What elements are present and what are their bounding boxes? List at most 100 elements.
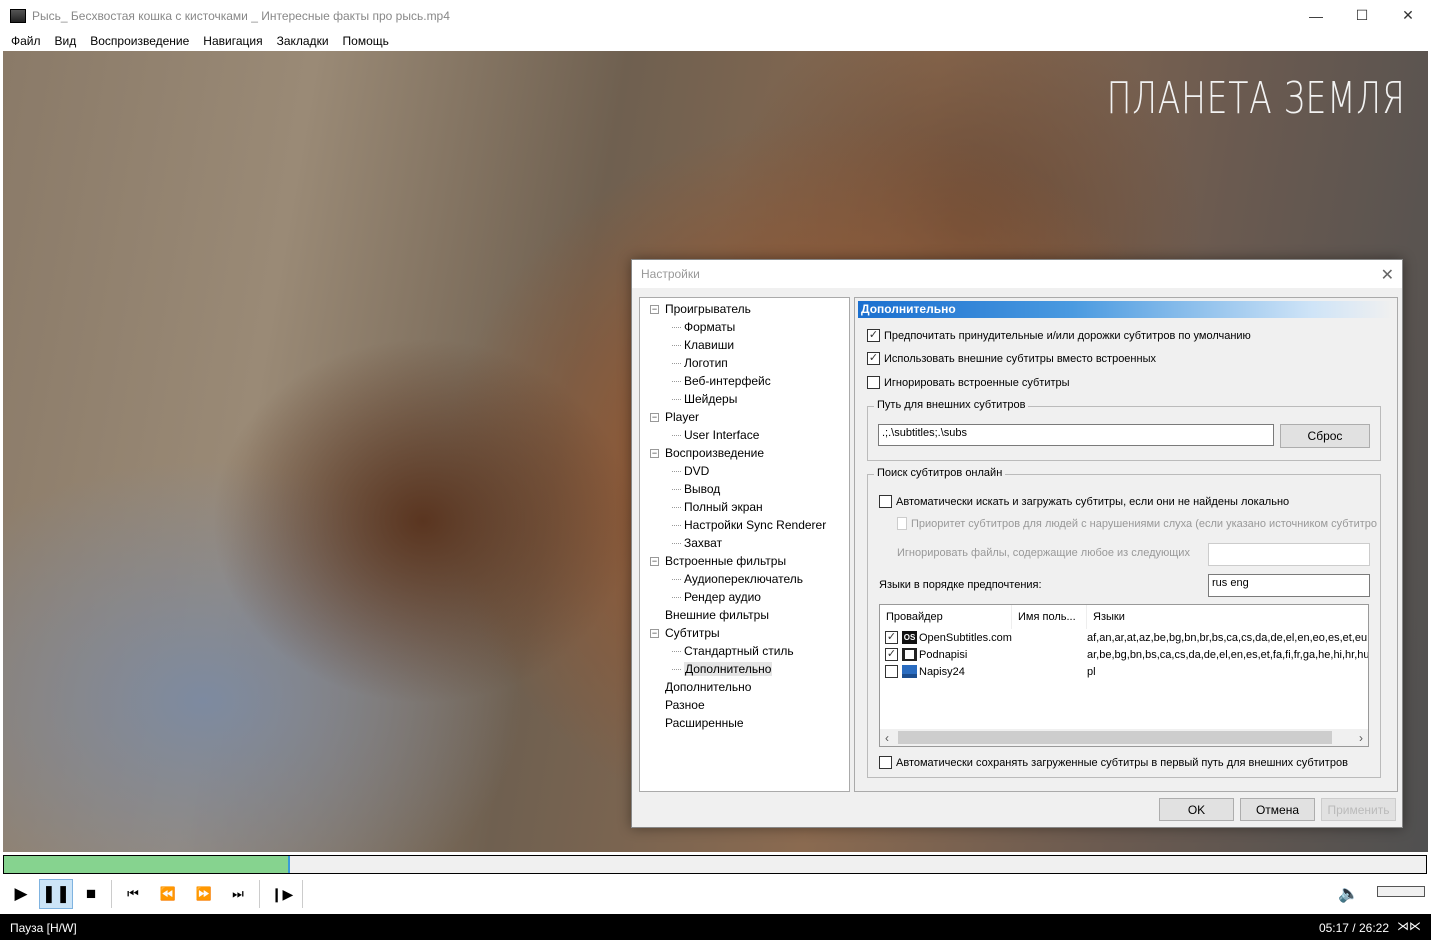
tree-item-label: Вывод	[684, 482, 720, 496]
subtitle-path-input[interactable]: .;.\subtitles;.\subs	[878, 424, 1274, 446]
menu-navigate[interactable]: Навигация	[196, 34, 269, 48]
window-title: Рысь_ Бесхвостая кошка с кисточками _ Ин…	[32, 9, 450, 23]
tree-item[interactable]: Полный экран	[640, 498, 849, 516]
seek-bar[interactable]	[3, 855, 1427, 874]
volume-icon[interactable]: 🔈	[1332, 879, 1366, 909]
tree-item-label: Внешние фильтры	[665, 608, 769, 622]
playback-status: Пауза [H/W]	[10, 921, 77, 935]
menu-file[interactable]: Файл	[4, 34, 48, 48]
ignore-files-input[interactable]	[1208, 543, 1370, 566]
menu-bookmarks[interactable]: Закладки	[270, 34, 336, 48]
panel-heading: Дополнительно	[858, 301, 1393, 318]
tree-item-label: Разное	[665, 698, 705, 712]
tree-item[interactable]: Рендер аудио	[640, 588, 849, 606]
scroll-left-icon[interactable]: ‹	[885, 731, 889, 745]
dialog-close-icon[interactable]: ✕	[1381, 265, 1394, 285]
languages-input[interactable]: rus eng	[1208, 574, 1370, 597]
tree-item[interactable]: Веб-интерфейс	[640, 372, 849, 390]
tree-item-label: Встроенные фильтры	[665, 554, 786, 568]
stop-icon[interactable]: ■	[74, 879, 108, 909]
tree-item[interactable]: Логотип	[640, 354, 849, 372]
tree-item-label: User Interface	[684, 428, 759, 442]
fast-forward-icon[interactable]: ⏩	[187, 879, 221, 909]
apply-button[interactable]: Применить	[1321, 798, 1396, 821]
tree-item[interactable]: Захват	[640, 534, 849, 552]
collapse-icon[interactable]: −	[650, 557, 659, 566]
tree-item[interactable]: Вывод	[640, 480, 849, 498]
provider-row[interactable]: Napisy24 pl	[880, 663, 1368, 680]
menu-view[interactable]: Вид	[48, 34, 84, 48]
use-external-checkbox[interactable]: ✓Использовать внешние субтитры вместо вс…	[867, 352, 1156, 365]
prefer-forced-checkbox[interactable]: ✓Предпочитать принудительные и/или дорож…	[867, 329, 1251, 342]
tree-item[interactable]: Разное	[640, 696, 849, 714]
tree-item[interactable]: Аудиопереключатель	[640, 570, 849, 588]
menu-playback[interactable]: Воспроизведение	[83, 34, 196, 48]
frame-step-icon[interactable]: ❙▶	[265, 879, 299, 909]
collapse-icon[interactable]: −	[650, 629, 659, 638]
previous-icon[interactable]: ⏮	[116, 879, 150, 909]
tree-item-label: Веб-интерфейс	[684, 374, 771, 388]
reset-button[interactable]: Сброс	[1280, 424, 1370, 448]
ignore-embedded-checkbox[interactable]: Игнорировать встроенные субтитры	[867, 376, 1070, 389]
scroll-thumb[interactable]	[898, 731, 1332, 744]
checkbox-box	[879, 756, 892, 769]
tree-item[interactable]: Настройки Sync Renderer	[640, 516, 849, 534]
ok-button[interactable]: OK	[1159, 798, 1234, 821]
auto-save-checkbox[interactable]: Автоматически сохранять загруженные субт…	[879, 756, 1348, 769]
time-display: 05:17 / 26:22	[1319, 921, 1389, 935]
volume-slider[interactable]	[1377, 886, 1425, 897]
horizontal-scrollbar[interactable]: ‹ ›	[880, 729, 1368, 746]
play-icon[interactable]: ▶	[4, 879, 38, 909]
tree-item[interactable]: −Встроенные фильтры	[640, 552, 849, 570]
tree-item[interactable]: Дополнительно	[640, 678, 849, 696]
provider-checkbox[interactable]: ✓	[885, 631, 902, 644]
tree-item[interactable]: Внешние фильтры	[640, 606, 849, 624]
auto-download-checkbox[interactable]: Автоматически искать и загружать субтитр…	[879, 495, 1289, 508]
provider-languages: ar,be,bg,bn,bs,ca,cs,da,de,el,en,es,et,f…	[1087, 649, 1368, 661]
checkbox-box	[885, 665, 898, 678]
column-header-languages[interactable]: Языки	[1087, 605, 1368, 629]
checkbox-label: Автоматически сохранять загруженные субт…	[896, 757, 1348, 769]
tree-item-label: Настройки Sync Renderer	[684, 518, 826, 532]
cancel-button[interactable]: Отмена	[1240, 798, 1315, 821]
tree-item[interactable]: −Субтитры	[640, 624, 849, 642]
tree-item-label: Стандартный стиль	[684, 644, 794, 658]
maximize-button[interactable]: ☐	[1339, 0, 1385, 31]
tree-item-label: Дополнительно	[665, 680, 751, 694]
tree-item[interactable]: Клавиши	[640, 336, 849, 354]
tree-item[interactable]: Шейдеры	[640, 390, 849, 408]
tree-item-label: Шейдеры	[684, 392, 737, 406]
tree-item[interactable]: Расширенные	[640, 714, 849, 732]
scroll-right-icon[interactable]: ›	[1359, 731, 1363, 745]
tree-item[interactable]: DVD	[640, 462, 849, 480]
tree-item[interactable]: −Player	[640, 408, 849, 426]
tree-item[interactable]: −Воспроизведение	[640, 444, 849, 462]
tree-item[interactable]: −Проигрыватель	[640, 300, 849, 318]
tree-item[interactable]: Форматы	[640, 318, 849, 336]
tree-item[interactable]: Дополнительно	[640, 660, 849, 678]
collapse-icon[interactable]: −	[650, 305, 659, 314]
ignore-files-label: Игнорировать файлы, содержащие любое из …	[897, 547, 1190, 559]
close-button[interactable]: ✕	[1385, 0, 1431, 31]
menu-help[interactable]: Помощь	[336, 34, 396, 48]
tree-item-label: Клавиши	[684, 338, 734, 352]
checkbox-label: Предпочитать принудительные и/или дорожк…	[884, 330, 1251, 342]
provider-checkbox[interactable]	[885, 665, 902, 678]
dialog-title: Настройки	[632, 260, 1402, 288]
channel-logo: ПЛАНЕТА ЗЕМЛЯ	[1107, 73, 1406, 124]
next-icon[interactable]: ⏭	[221, 879, 255, 909]
collapse-icon[interactable]: −	[650, 413, 659, 422]
provider-row[interactable]: ✓Podnapisi ar,be,bg,bn,bs,ca,cs,da,de,el…	[880, 646, 1368, 663]
minimize-button[interactable]: —	[1293, 0, 1339, 31]
checkbox-checked-icon: ✓	[867, 352, 880, 365]
provider-row[interactable]: ✓OSOpenSubtitles.com af,an,ar,at,az,be,b…	[880, 629, 1368, 646]
rewind-icon[interactable]: ⏪	[151, 879, 185, 909]
provider-checkbox[interactable]: ✓	[885, 648, 902, 661]
column-header-provider[interactable]: Провайдер	[880, 605, 1012, 629]
tree-item[interactable]: User Interface	[640, 426, 849, 444]
collapse-icon[interactable]: −	[650, 449, 659, 458]
pause-icon[interactable]: ❚❚	[39, 879, 73, 909]
hearing-impaired-checkbox[interactable]: Приоритет субтитров для людей с нарушени…	[897, 517, 1377, 530]
column-header-username[interactable]: Имя поль...	[1012, 605, 1087, 629]
tree-item[interactable]: Стандартный стиль	[640, 642, 849, 660]
